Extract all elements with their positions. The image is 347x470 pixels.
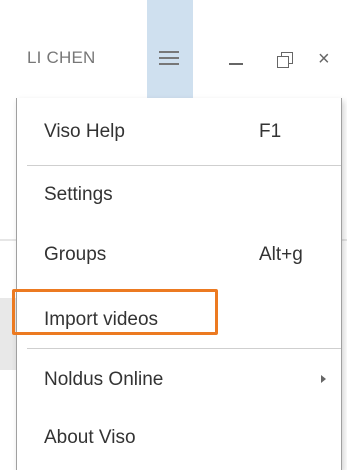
minimize-icon[interactable] [224, 46, 250, 72]
menu-item-shortcut: Alt+g [259, 244, 303, 265]
user-name[interactable]: LI CHEN [27, 48, 95, 68]
menu-item-label: Viso Help [44, 121, 125, 142]
menu-item-groups[interactable]: Groups Alt+g [17, 228, 341, 284]
menu-separator [27, 348, 341, 349]
menu-separator [27, 165, 341, 166]
menu-item-label: Groups [44, 244, 107, 265]
menu-item-label: About Viso [44, 427, 136, 448]
close-icon[interactable]: × [318, 46, 344, 72]
hamburger-icon [159, 51, 179, 65]
restore-icon[interactable] [272, 46, 298, 72]
menu-item-about-viso[interactable]: About Viso [17, 411, 341, 467]
chevron-right-icon [321, 375, 326, 383]
title-bar: LI CHEN × [0, 0, 347, 100]
menu-item-settings[interactable]: Settings [17, 168, 341, 224]
menu-item-label: Settings [44, 184, 113, 205]
menu-item-shortcut: F1 [259, 121, 282, 142]
menu-item-label: Noldus Online [44, 369, 164, 390]
main-menu-dropdown: Viso Help F1 Settings Groups Alt+g Impor… [12, 98, 342, 470]
main-menu-button[interactable] [147, 0, 193, 100]
menu-item-viso-help[interactable]: Viso Help F1 [17, 105, 341, 161]
menu-item-import-videos[interactable]: Import videos [12, 289, 341, 349]
menu-item-label: Import videos [44, 309, 159, 330]
menu-item-noldus-online[interactable]: Noldus Online [17, 353, 341, 409]
